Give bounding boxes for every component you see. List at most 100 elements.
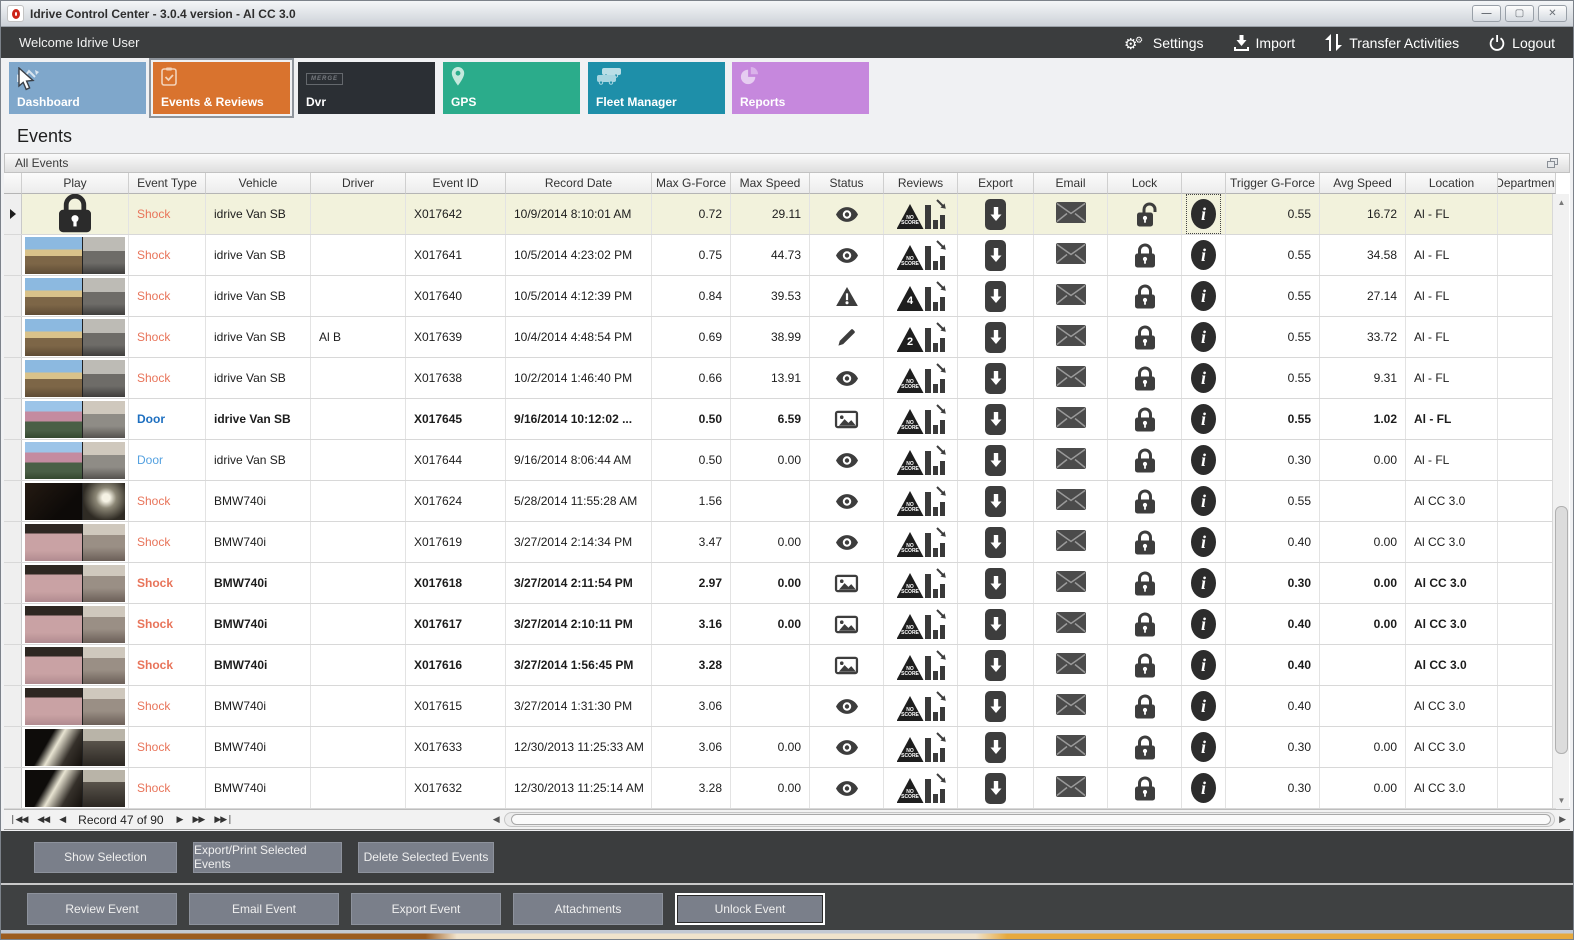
reviews-cell[interactable]: NO SCORE — [884, 522, 958, 562]
horizontal-scrollbar[interactable] — [503, 812, 1556, 827]
reviews-cell[interactable]: NO SCORE — [884, 768, 958, 808]
lock-cell[interactable] — [1108, 317, 1182, 357]
column-header[interactable]: Event ID — [406, 173, 506, 194]
reviews-cell[interactable]: NO SCORE — [884, 399, 958, 439]
export-cell[interactable] — [958, 481, 1034, 521]
play-cell[interactable] — [22, 276, 129, 316]
event-row[interactable]: Shock idrive Van SB X017640 10/5/2014 4:… — [4, 276, 1556, 317]
reviews-cell[interactable]: NO SCORE — [884, 563, 958, 603]
unlock-event-button[interactable]: Unlock Event — [675, 892, 825, 925]
play-cell[interactable] — [22, 604, 129, 644]
maximize-button[interactable]: ▢ — [1505, 5, 1534, 22]
play-cell[interactable] — [22, 645, 129, 685]
email-cell[interactable] — [1034, 563, 1108, 603]
reviews-cell[interactable]: 4 — [884, 276, 958, 316]
tab-reports[interactable]: Reports — [732, 62, 869, 114]
event-row[interactable]: Shock idrive Van SB X017642 10/9/2014 8:… — [4, 194, 1556, 235]
export-cell[interactable] — [958, 686, 1034, 726]
column-header[interactable]: Event Type — [129, 173, 206, 194]
column-header[interactable] — [4, 173, 22, 194]
event-row[interactable]: Shock BMW740i X017633 12/30/2013 11:25:3… — [4, 727, 1556, 768]
reviews-cell[interactable]: NO SCORE — [884, 440, 958, 480]
event-row[interactable]: Shock idrive Van SB Al B X017639 10/4/20… — [4, 317, 1556, 358]
reviews-cell[interactable]: NO SCORE — [884, 194, 958, 234]
info-cell[interactable]: i — [1182, 563, 1226, 603]
column-header[interactable]: Max Speed — [731, 173, 810, 194]
email-event-button[interactable]: Email Event — [189, 892, 339, 925]
column-header[interactable]: Location — [1406, 173, 1498, 194]
lock-cell[interactable] — [1108, 440, 1182, 480]
event-row[interactable]: Shock BMW740i X017624 5/28/2014 11:55:28… — [4, 481, 1556, 522]
vertical-scroll-thumb[interactable] — [1555, 506, 1568, 754]
email-cell[interactable] — [1034, 604, 1108, 644]
email-cell[interactable] — [1034, 645, 1108, 685]
info-cell[interactable]: i — [1182, 276, 1226, 316]
event-row[interactable]: Shock BMW740i X017616 3/27/2014 1:56:45 … — [4, 645, 1556, 686]
event-row[interactable]: Shock BMW740i X017615 3/27/2014 1:31:30 … — [4, 686, 1556, 727]
scroll-up-icon[interactable]: ▲ — [1553, 194, 1570, 210]
email-cell[interactable] — [1034, 686, 1108, 726]
lock-cell[interactable] — [1108, 276, 1182, 316]
close-button[interactable]: ✕ — [1538, 5, 1567, 22]
reviews-cell[interactable]: NO SCORE — [884, 686, 958, 726]
reviews-cell[interactable]: NO SCORE — [884, 235, 958, 275]
event-row[interactable]: Shock idrive Van SB X017641 10/5/2014 4:… — [4, 235, 1556, 276]
column-header[interactable]: Avg Speed — [1320, 173, 1406, 194]
lock-cell[interactable] — [1108, 727, 1182, 767]
email-cell[interactable] — [1034, 399, 1108, 439]
play-cell[interactable] — [22, 399, 129, 439]
export-cell[interactable] — [958, 276, 1034, 316]
lock-cell[interactable] — [1108, 399, 1182, 439]
column-header[interactable]: Driver — [311, 173, 406, 194]
info-cell[interactable]: i — [1182, 358, 1226, 398]
column-header[interactable]: Play — [22, 173, 129, 194]
email-cell[interactable] — [1034, 440, 1108, 480]
nav-last-button[interactable]: ▶▶❘ — [209, 814, 237, 825]
play-cell[interactable] — [22, 358, 129, 398]
nav-prev-button[interactable]: ◀ — [54, 814, 70, 825]
event-row[interactable]: Door idrive Van SB X017644 9/16/2014 8:0… — [4, 440, 1556, 481]
play-cell[interactable] — [22, 727, 129, 767]
settings-button[interactable]: ⚙ ⚙ Settings — [1124, 34, 1204, 52]
info-cell[interactable]: i — [1182, 522, 1226, 562]
email-cell[interactable] — [1034, 768, 1108, 808]
info-cell[interactable]: i — [1182, 481, 1226, 521]
event-row[interactable]: Shock BMW740i X017618 3/27/2014 2:11:54 … — [4, 563, 1556, 604]
export-cell[interactable] — [958, 317, 1034, 357]
play-cell[interactable] — [22, 563, 129, 603]
lock-cell[interactable] — [1108, 235, 1182, 275]
column-header[interactable]: Max G-Force — [652, 173, 731, 194]
lock-cell[interactable] — [1108, 358, 1182, 398]
export-cell[interactable] — [958, 727, 1034, 767]
lock-cell[interactable] — [1108, 686, 1182, 726]
email-cell[interactable] — [1034, 522, 1108, 562]
lock-cell[interactable] — [1108, 645, 1182, 685]
email-cell[interactable] — [1034, 358, 1108, 398]
nav-first-button[interactable]: ❘◀◀ — [4, 814, 32, 825]
cascade-windows-icon[interactable] — [1547, 158, 1559, 168]
export-cell[interactable] — [958, 440, 1034, 480]
show-selection-button[interactable]: Show Selection — [34, 841, 177, 873]
email-cell[interactable] — [1034, 317, 1108, 357]
export-cell[interactable] — [958, 645, 1034, 685]
email-cell[interactable] — [1034, 727, 1108, 767]
reviews-cell[interactable]: NO SCORE — [884, 604, 958, 644]
export-cell[interactable] — [958, 399, 1034, 439]
hscroll-right-icon[interactable]: ▶ — [1559, 814, 1570, 825]
email-cell[interactable] — [1034, 235, 1108, 275]
info-cell[interactable]: i — [1182, 768, 1226, 808]
play-cell[interactable] — [22, 235, 129, 275]
column-header[interactable]: Status — [810, 173, 884, 194]
delete-selected-button[interactable]: Delete Selected Events — [358, 841, 494, 873]
event-row[interactable]: Shock BMW740i X017617 3/27/2014 2:10:11 … — [4, 604, 1556, 645]
info-cell[interactable]: i — [1182, 194, 1226, 234]
event-row[interactable]: Shock BMW740i X017619 3/27/2014 2:14:34 … — [4, 522, 1556, 563]
export-cell[interactable] — [958, 235, 1034, 275]
play-cell[interactable] — [22, 522, 129, 562]
scroll-down-icon[interactable]: ▼ — [1553, 792, 1570, 808]
column-header[interactable]: Email — [1034, 173, 1108, 194]
tab-fleet-manager[interactable]: Fleet Manager — [588, 62, 725, 114]
vertical-scrollbar[interactable]: ▲ ▼ — [1552, 194, 1569, 808]
tab-dvr[interactable]: MERGE Dvr — [298, 62, 435, 114]
attachments-button[interactable]: Attachments — [513, 892, 663, 925]
